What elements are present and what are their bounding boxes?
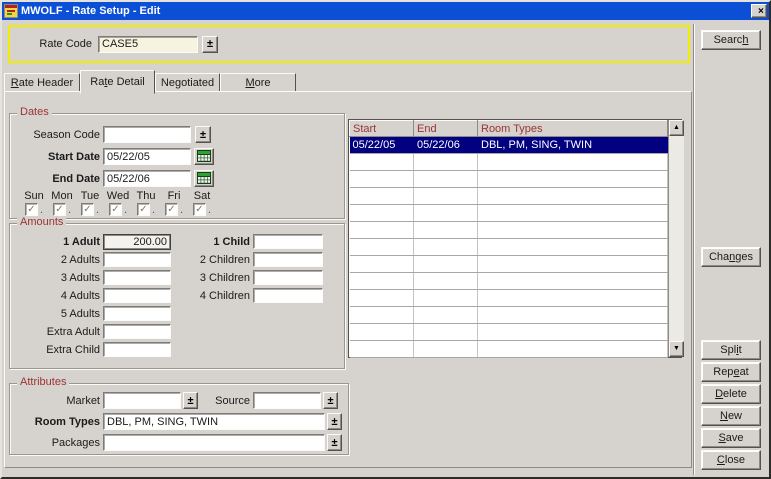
repeat-button[interactable]: Repeat — [701, 362, 761, 382]
market-input[interactable] — [103, 392, 181, 409]
adult-1-label: 1 Adult — [10, 236, 100, 248]
grid-col-room-types: Room Types — [478, 121, 668, 137]
market-lov-icon[interactable]: ± — [183, 392, 198, 409]
dates-legend: Dates — [17, 106, 52, 118]
packages-lov-icon[interactable]: ± — [327, 434, 342, 451]
grid-scrollbar[interactable]: ▲ ▼ — [668, 120, 684, 357]
dates-group: Dates Season Code ± Start Date End Date … — [9, 113, 345, 219]
packages-label: Packages — [10, 437, 100, 449]
end-date-input[interactable] — [103, 170, 191, 187]
end-date-calendar-icon[interactable] — [194, 170, 214, 187]
weekday-checkboxes: ✓. ✓. ✓. ✓. ✓. ✓. ✓. — [20, 203, 216, 216]
start-date-label: Start Date — [10, 151, 100, 163]
extra-adult-label: Extra Adult — [10, 326, 100, 338]
season-code-input[interactable] — [103, 126, 191, 143]
market-label: Market — [10, 395, 100, 407]
day-mon-checkbox[interactable]: ✓ — [53, 203, 66, 216]
scroll-up-icon[interactable]: ▲ — [669, 120, 684, 136]
children-3-input[interactable] — [253, 270, 323, 285]
tab-more[interactable]: More — [220, 73, 296, 93]
close-icon[interactable]: × — [751, 4, 767, 18]
child-1-label: 1 Child — [160, 236, 250, 248]
amounts-legend: Amounts — [17, 216, 66, 228]
day-fri-checkbox[interactable]: ✓ — [165, 203, 178, 216]
children-2-label: 2 Children — [160, 254, 250, 266]
children-3-label: 3 Children — [160, 272, 250, 284]
extra-child-input[interactable] — [103, 342, 171, 357]
start-date-input[interactable] — [103, 148, 191, 165]
day-tue-checkbox[interactable]: ✓ — [81, 203, 94, 216]
grid-empty-row[interactable] — [350, 273, 668, 290]
adult-5-label: 5 Adults — [10, 308, 100, 320]
grid-empty-row[interactable] — [350, 256, 668, 273]
children-4-input[interactable] — [253, 288, 323, 303]
rate-code-panel: Rate Code ± — [8, 25, 690, 63]
day-sun-checkbox[interactable]: ✓ — [25, 203, 38, 216]
rate-code-label: Rate Code — [10, 38, 92, 50]
rate-code-lov-icon[interactable]: ± — [202, 36, 218, 53]
split-button[interactable]: Split — [701, 340, 761, 360]
tab-negotiated[interactable]: Negotiated — [155, 73, 220, 93]
grid-header-row: Start End Room Types — [350, 121, 668, 137]
attributes-group: Attributes Market ± Source ± Room Types … — [9, 383, 349, 455]
season-code-label: Season Code — [10, 129, 100, 141]
scroll-down-icon[interactable]: ▼ — [669, 341, 684, 357]
source-label: Source — [204, 395, 250, 407]
day-wed-checkbox[interactable]: ✓ — [109, 203, 122, 216]
rate-code-input[interactable] — [98, 36, 198, 53]
grid-col-start: Start — [350, 121, 414, 137]
grid-empty-row[interactable] — [350, 239, 668, 256]
packages-input[interactable] — [103, 434, 325, 451]
window-title: MWOLF - Rate Setup - Edit — [21, 5, 751, 17]
tab-rate-detail[interactable]: Rate Detail — [80, 70, 155, 94]
adult-2-label: 2 Adults — [10, 254, 100, 266]
extra-adult-input[interactable] — [103, 324, 171, 339]
start-date-calendar-icon[interactable] — [194, 148, 214, 165]
grid-col-end: End — [414, 121, 478, 137]
adult-5-input[interactable] — [103, 306, 171, 321]
grid-empty-row[interactable] — [350, 324, 668, 341]
children-2-input[interactable] — [253, 252, 323, 267]
tab-rate-header[interactable]: Rate Header — [4, 73, 80, 93]
amounts-group: Amounts 1 Adult 2 Adults 3 Adults 4 Adul… — [9, 223, 345, 369]
rate-setup-window: MWOLF - Rate Setup - Edit × Rate Code ± … — [0, 0, 771, 479]
scrollbar-track[interactable] — [669, 136, 684, 341]
side-button-panel: Search Changes Split Repeat Delete New S… — [693, 24, 769, 475]
grid-empty-row[interactable] — [350, 307, 668, 324]
grid-empty-row[interactable] — [350, 205, 668, 222]
grid-empty-row[interactable] — [350, 341, 668, 358]
day-thu-checkbox[interactable]: ✓ — [137, 203, 150, 216]
extra-child-label: Extra Child — [10, 344, 100, 356]
grid-row-selected[interactable]: 05/22/05 05/22/06 DBL, PM, SING, TWIN — [350, 137, 668, 154]
rate-detail-grid: Start End Room Types 05/22/05 05/22/06 D… — [348, 119, 682, 358]
grid-empty-row[interactable] — [350, 222, 668, 239]
changes-button[interactable]: Changes — [701, 247, 761, 267]
close-button[interactable]: Close — [701, 450, 761, 470]
room-types-lov-icon[interactable]: ± — [327, 413, 342, 430]
adult-4-label: 4 Adults — [10, 290, 100, 302]
new-button[interactable]: New — [701, 406, 761, 426]
room-types-label: Room Types — [10, 416, 100, 428]
grid-empty-row[interactable] — [350, 188, 668, 205]
season-code-lov-icon[interactable]: ± — [195, 126, 211, 143]
children-4-label: 4 Children — [160, 290, 250, 302]
app-icon — [4, 4, 18, 18]
grid-empty-row[interactable] — [350, 171, 668, 188]
weekday-labels: SunMonTueWedThuFriSat — [20, 190, 216, 202]
adult-3-label: 3 Adults — [10, 272, 100, 284]
delete-button[interactable]: Delete — [701, 384, 761, 404]
child-1-input[interactable] — [253, 234, 323, 249]
rate-detail-panel: Dates Season Code ± Start Date End Date … — [4, 91, 692, 468]
end-date-label: End Date — [10, 173, 100, 185]
title-bar: MWOLF - Rate Setup - Edit × — [2, 2, 769, 20]
search-button[interactable]: Search — [701, 30, 761, 50]
grid-empty-row[interactable] — [350, 154, 668, 171]
source-input[interactable] — [253, 392, 321, 409]
room-types-input[interactable] — [103, 413, 325, 430]
grid-empty-row[interactable] — [350, 290, 668, 307]
day-sat-checkbox[interactable]: ✓ — [193, 203, 206, 216]
attributes-legend: Attributes — [17, 376, 69, 388]
source-lov-icon[interactable]: ± — [323, 392, 338, 409]
save-button[interactable]: Save — [701, 428, 761, 448]
